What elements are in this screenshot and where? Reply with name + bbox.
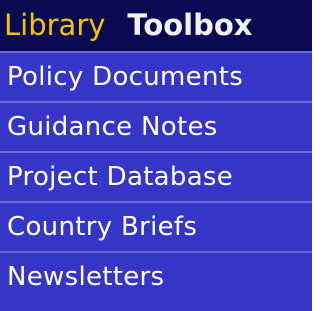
tab-library[interactable]: Library [4, 0, 105, 51]
menu-item-guidance-notes[interactable]: Guidance Notes [0, 101, 312, 151]
tab-bar: Library Toolbox [0, 0, 312, 51]
menu-item-project-database[interactable]: Project Database [0, 151, 312, 201]
menu-item-label: Guidance Notes [7, 112, 218, 142]
menu-item-label: Project Database [7, 162, 234, 192]
library-menu-panel: Library Toolbox Policy Documents Guidanc… [0, 0, 312, 311]
menu-item-label: Policy Documents [7, 62, 244, 92]
menu-item-country-briefs[interactable]: Country Briefs [0, 201, 312, 251]
menu-item-label: Country Briefs [7, 212, 198, 242]
menu-item-newsletters[interactable]: Newsletters [0, 251, 312, 301]
menu-item-label: Newsletters [7, 262, 165, 292]
tab-toolbox[interactable]: Toolbox [127, 0, 252, 51]
menu-item-policy-documents[interactable]: Policy Documents [0, 51, 312, 101]
menu-list: Policy Documents Guidance Notes Project … [0, 51, 312, 301]
